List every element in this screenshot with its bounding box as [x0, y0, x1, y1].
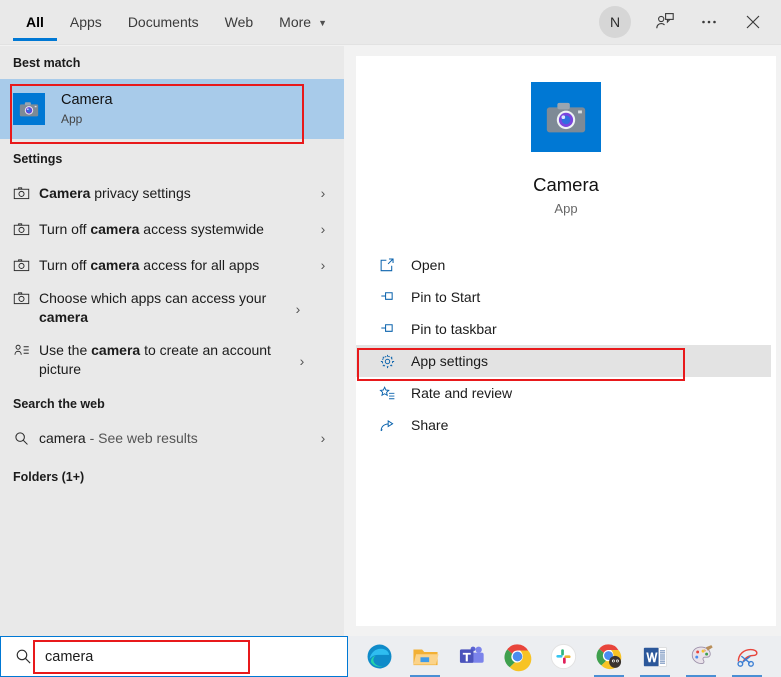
taskbar-app-teams[interactable]	[448, 636, 494, 677]
taskbar-app-word[interactable]	[632, 636, 678, 677]
search-icon	[1, 647, 45, 666]
settings-item-label: Camera privacy settings	[39, 184, 191, 201]
action-open-label: Open	[411, 257, 446, 273]
action-rate-and-review[interactable]: Rate and review	[356, 377, 776, 409]
web-result-label: camera - See web results	[39, 429, 198, 446]
settings-header: Settings	[13, 152, 63, 166]
web-result-camera[interactable]: camera - See web results ›	[0, 420, 344, 456]
settings-item-turn-off-camera-systemwide[interactable]: Turn off camera access systemwide ›	[0, 211, 344, 247]
search-input[interactable]: camera	[45, 649, 93, 665]
chevron-right-icon: ›	[295, 301, 301, 317]
search-flyout: All Apps Documents Web More ▼ N Best mat…	[0, 0, 781, 636]
settings-item-label: Turn off camera access systemwide	[39, 220, 264, 237]
open-external-icon	[379, 257, 411, 273]
chevron-right-icon: ›	[299, 353, 305, 369]
camera-outline-icon	[13, 185, 39, 202]
windows-search-screen: All Apps Documents Web More ▼ N Best mat…	[0, 0, 781, 677]
app-detail-panel: Camera App Open Pin to Start Pin to task…	[356, 56, 776, 626]
action-rate-and-review-label: Rate and review	[411, 385, 513, 401]
tab-web[interactable]: Web	[212, 0, 267, 45]
taskbar-app-file-explorer[interactable]	[402, 636, 448, 677]
action-open[interactable]: Open	[356, 249, 776, 281]
avatar[interactable]: N	[599, 6, 631, 38]
taskbar-app-chrome-profile[interactable]	[586, 636, 632, 677]
camera-outline-icon	[13, 257, 39, 274]
folders-header: Folders (1+)	[13, 470, 85, 484]
tab-more[interactable]: More ▼	[266, 0, 340, 45]
result-best-match-camera[interactable]: Camera App	[0, 79, 344, 139]
action-app-settings[interactable]: App settings	[356, 345, 771, 377]
star-list-icon	[379, 385, 411, 402]
camera-app-icon-large	[531, 82, 601, 152]
camera-outline-icon	[13, 221, 39, 238]
search-tab-bar: All Apps Documents Web More ▼ N	[0, 0, 781, 45]
settings-item-label: Use the camera to create an account pict…	[39, 342, 271, 377]
chevron-right-icon: ›	[320, 430, 326, 446]
tab-bar-actions: N	[599, 0, 781, 45]
avatar-initial: N	[609, 14, 621, 30]
action-pin-to-taskbar[interactable]: Pin to taskbar	[356, 313, 776, 345]
action-app-settings-label: App settings	[411, 353, 489, 369]
tab-documents-label: Documents	[127, 14, 199, 30]
tab-apps-label: Apps	[69, 14, 102, 30]
settings-item-choose-apps-camera[interactable]: Choose which apps can access your camera…	[0, 283, 344, 329]
action-pin-to-start-label: Pin to Start	[411, 289, 481, 305]
action-pin-to-taskbar-label: Pin to taskbar	[411, 321, 497, 337]
tab-web-label: Web	[224, 14, 254, 30]
taskbar-app-slack[interactable]	[540, 636, 586, 677]
best-match-text: Camera App	[61, 91, 113, 127]
settings-item-label: Choose which apps can access your camera	[39, 290, 267, 325]
app-type: App	[554, 201, 578, 216]
taskbar-search-box[interactable]: camera	[0, 636, 348, 677]
settings-item-camera-privacy[interactable]: Camera privacy settings ›	[0, 175, 344, 211]
search-web-header: Search the web	[13, 397, 105, 411]
best-match-subtitle: App	[61, 112, 83, 126]
taskbar-app-snipping-tool[interactable]	[724, 636, 770, 677]
share-icon	[379, 417, 411, 434]
camera-outline-icon	[13, 289, 39, 307]
taskbar-app-list	[348, 636, 781, 677]
tab-more-label: More	[279, 14, 312, 30]
search-icon	[13, 430, 39, 447]
app-name: Camera	[533, 174, 599, 195]
app-hero: Camera App	[356, 56, 776, 216]
account-person-icon	[13, 341, 39, 359]
pin-icon	[379, 321, 411, 337]
tab-all[interactable]: All	[13, 0, 57, 45]
app-action-list: Open Pin to Start Pin to taskbar App set…	[356, 249, 776, 441]
feedback-person-icon[interactable]	[643, 0, 687, 45]
action-share-label: Share	[411, 417, 449, 433]
chevron-right-icon: ›	[320, 257, 326, 273]
action-pin-to-start[interactable]: Pin to Start	[356, 281, 776, 313]
best-match-header: Best match	[13, 56, 81, 70]
ellipsis-icon[interactable]	[687, 0, 731, 45]
tab-documents[interactable]: Documents	[115, 0, 212, 45]
pin-icon	[379, 289, 411, 305]
settings-item-label: Turn off camera access for all apps	[39, 256, 260, 273]
camera-app-icon	[13, 93, 45, 125]
taskbar-app-chrome[interactable]	[494, 636, 540, 677]
gear-icon	[379, 353, 411, 370]
action-share[interactable]: Share	[356, 409, 776, 441]
taskbar-app-edge[interactable]	[356, 636, 402, 677]
settings-item-use-camera-account-picture[interactable]: Use the camera to create an account pict…	[0, 335, 344, 381]
taskbar: camera	[0, 636, 781, 677]
tab-list: All Apps Documents Web More ▼	[0, 0, 340, 45]
chevron-right-icon: ›	[320, 221, 326, 237]
results-list: Best match Camera App Settings Camera pr…	[0, 46, 344, 636]
settings-item-turn-off-camera-all-apps[interactable]: Turn off camera access for all apps ›	[0, 247, 344, 283]
chevron-down-icon: ▼	[318, 18, 327, 28]
close-icon[interactable]	[731, 0, 775, 45]
best-match-title: Camera	[61, 92, 113, 108]
tab-apps[interactable]: Apps	[57, 0, 115, 45]
chevron-right-icon: ›	[320, 185, 326, 201]
taskbar-app-paint[interactable]	[678, 636, 724, 677]
tab-all-label: All	[26, 14, 44, 30]
